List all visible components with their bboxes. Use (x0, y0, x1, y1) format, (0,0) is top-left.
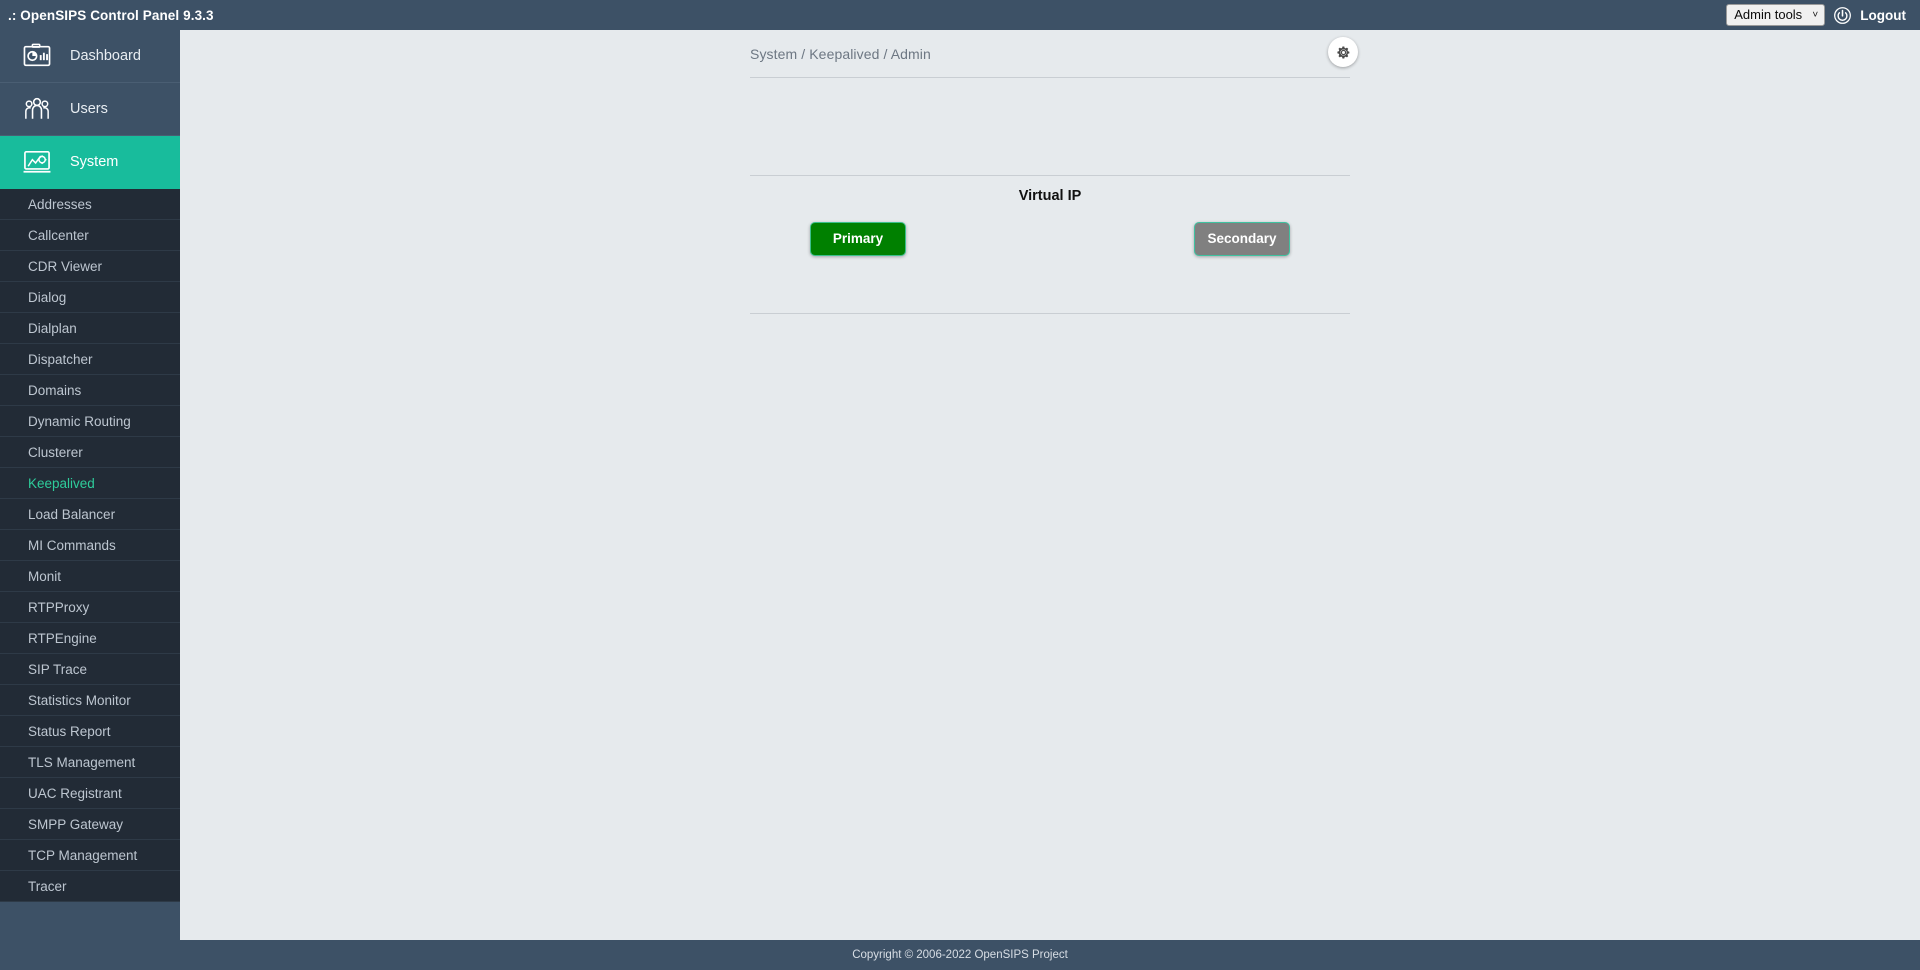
sidebar-subitem-mi-commands[interactable]: MI Commands (0, 530, 180, 561)
copyright-text: Copyright © 2006-2022 OpenSIPS Project (852, 949, 1068, 961)
primary-button[interactable]: Primary (810, 222, 906, 256)
sidebar-subitem-status-report[interactable]: Status Report (0, 716, 180, 747)
section-title: Virtual IP (1018, 188, 1082, 204)
empty-content-block (750, 78, 1350, 176)
sidebar-item-label: System (70, 154, 119, 170)
sidebar-subitem-clusterer[interactable]: Clusterer (0, 437, 180, 468)
sidebar-subitem-label: Callcenter (28, 227, 89, 243)
main-content-area: System / Keepalived / Admin Virtual IP P… (180, 30, 1920, 940)
secondary-button[interactable]: Secondary (1194, 222, 1290, 256)
sidebar-subitem-label: Load Balancer (28, 506, 116, 522)
sidebar-subitem-dispatcher[interactable]: Dispatcher (0, 344, 180, 375)
sidebar-subitem-label: RTPEngine (28, 630, 97, 646)
sidebar-item-users[interactable]: Users (0, 83, 180, 136)
sidebar-subitem-label: Domains (28, 382, 82, 398)
power-icon[interactable] (1834, 6, 1852, 24)
sidebar-item-label: Users (70, 101, 108, 117)
virtual-ip-button-row: Primary Secondary (750, 214, 1350, 314)
admin-tools-select-wrapper: Admin tools ˅ (1726, 4, 1826, 26)
sidebar-subitem-label: Dialog (28, 289, 67, 305)
footer-bar: Copyright © 2006-2022 OpenSIPS Project (0, 940, 1920, 970)
sidebar-subitem-label: Status Report (28, 723, 111, 739)
sidebar-subitem-label: SIP Trace (28, 661, 88, 677)
sidebar-filler (0, 902, 180, 940)
sidebar-subitem-label: Monit (28, 568, 62, 584)
sidebar-subitem-label: Statistics Monitor (28, 692, 131, 708)
sidebar-navigation: Dashboard Users System Addresses Callcen… (0, 30, 180, 940)
sidebar-subitem-tls-management[interactable]: TLS Management (0, 747, 180, 778)
sidebar-subitem-dialplan[interactable]: Dialplan (0, 313, 180, 344)
sidebar-subitem-label: TLS Management (28, 754, 136, 770)
dashboard-icon (22, 43, 52, 69)
sidebar-subitem-load-balancer[interactable]: Load Balancer (0, 499, 180, 530)
sidebar-subitem-cdr-viewer[interactable]: CDR Viewer (0, 251, 180, 282)
sidebar-subitem-label: CDR Viewer (28, 258, 103, 274)
top-header-bar: .: OpenSIPS Control Panel 9.3.3 Admin to… (0, 0, 1920, 30)
sidebar-subitem-label: Dialplan (28, 320, 77, 336)
system-icon (22, 149, 52, 175)
sidebar-item-dashboard[interactable]: Dashboard (0, 30, 180, 83)
header-actions: Admin tools ˅ Logout (1726, 4, 1906, 26)
sidebar-subitem-label: Addresses (28, 196, 92, 212)
logout-button[interactable]: Logout (1860, 8, 1906, 23)
sidebar-subitem-label: RTPProxy (28, 599, 90, 615)
sidebar-subitem-label: Clusterer (28, 444, 83, 460)
sidebar-subitem-dialog[interactable]: Dialog (0, 282, 180, 313)
sidebar-subitem-monit[interactable]: Monit (0, 561, 180, 592)
sidebar-subitem-rtpproxy[interactable]: RTPProxy (0, 592, 180, 623)
sidebar-subitem-label: MI Commands (28, 537, 116, 553)
sidebar-subitem-rtpengine[interactable]: RTPEngine (0, 623, 180, 654)
sidebar-subitem-smpp-gateway[interactable]: SMPP Gateway (0, 809, 180, 840)
sidebar-item-system[interactable]: System (0, 136, 180, 189)
users-icon (22, 96, 52, 122)
sidebar-subitem-dynamic-routing[interactable]: Dynamic Routing (0, 406, 180, 437)
breadcrumb-row: System / Keepalived / Admin (750, 30, 1358, 78)
sidebar-subitem-label: Tracer (28, 878, 67, 894)
sidebar-subitem-addresses[interactable]: Addresses (0, 189, 180, 220)
sidebar-item-label: Dashboard (70, 48, 141, 64)
gear-icon[interactable] (1328, 37, 1358, 67)
sidebar-subitem-sip-trace[interactable]: SIP Trace (0, 654, 180, 685)
breadcrumb: System / Keepalived / Admin (750, 45, 931, 62)
sidebar-subitem-keepalived[interactable]: Keepalived (0, 468, 180, 499)
sidebar-subitem-label: Dispatcher (28, 351, 93, 367)
sidebar-subitem-tcp-management[interactable]: TCP Management (0, 840, 180, 871)
sidebar-subitem-label: Keepalived (28, 475, 95, 491)
sidebar-submenu: Addresses Callcenter CDR Viewer Dialog Dialp… (0, 189, 180, 902)
sidebar-subitem-domains[interactable]: Domains (0, 375, 180, 406)
sidebar-subitem-label: UAC Registrant (28, 785, 122, 801)
sidebar-subitem-uac-registrant[interactable]: UAC Registrant (0, 778, 180, 809)
admin-tools-select[interactable]: Admin tools (1726, 4, 1826, 26)
sidebar-subitem-label: TCP Management (28, 847, 138, 863)
sidebar-subitem-statistics-monitor[interactable]: Statistics Monitor (0, 685, 180, 716)
sidebar-subitem-label: SMPP Gateway (28, 816, 124, 832)
sidebar-subitem-callcenter[interactable]: Callcenter (0, 220, 180, 251)
sidebar-subitem-tracer[interactable]: Tracer (0, 871, 180, 902)
keepalived-admin-panel: System / Keepalived / Admin Virtual IP P… (750, 30, 1358, 314)
app-title: .: OpenSIPS Control Panel 9.3.3 (8, 7, 214, 23)
sidebar-subitem-label: Dynamic Routing (28, 413, 131, 429)
